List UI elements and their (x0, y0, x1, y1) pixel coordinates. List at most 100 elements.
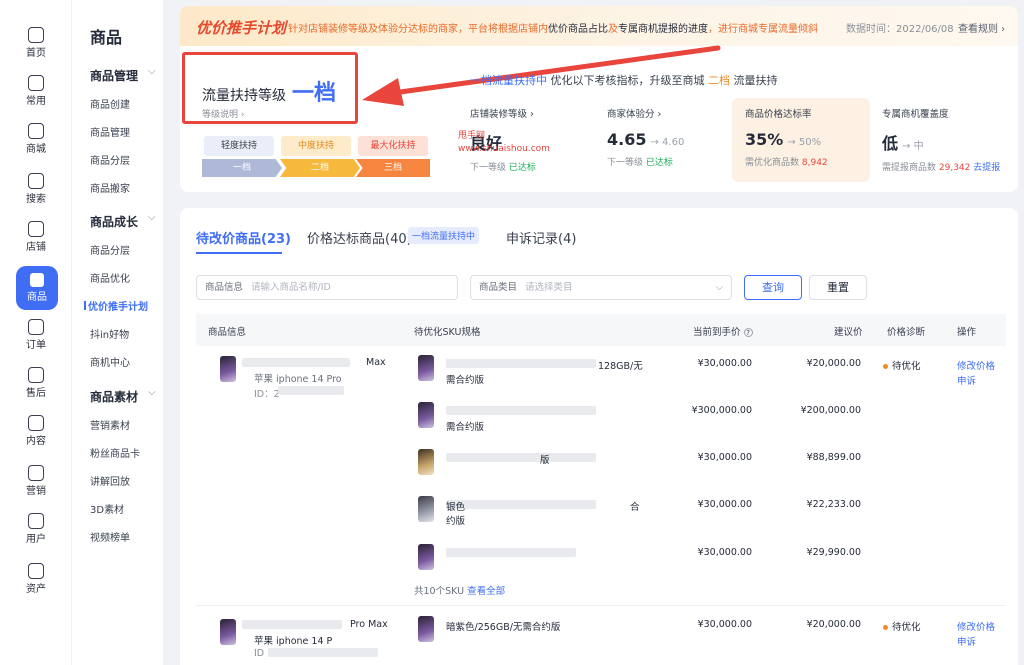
metric-sub-value: 29,342 (938, 163, 971, 173)
submit-link[interactable]: 去提报 (973, 163, 1000, 173)
rail-label: 店铺 (26, 242, 46, 253)
subnav-item[interactable]: 商品分层 (90, 152, 130, 167)
redacted-text (446, 548, 576, 557)
product-id: ID：2 (254, 389, 280, 400)
tab-appeals[interactable]: 申诉记录(4) (506, 228, 576, 247)
product-thumbnail (220, 619, 236, 645)
section-product-growth[interactable]: 商品成长 ⌵ (90, 212, 156, 230)
redacted-text (446, 406, 596, 415)
sku-spec-tail: 合 (630, 502, 640, 513)
help-icon[interactable]: ? (743, 328, 753, 337)
redacted-text (446, 453, 596, 462)
metric-title[interactable]: 店铺装修等级 › (470, 106, 602, 120)
watermark-line: www.shuaishou.com (458, 144, 550, 154)
status-text: 待优化 (892, 622, 921, 633)
view-all-skus-link[interactable]: 查看全部 (467, 586, 505, 597)
banner-title: 优价推手计划 (196, 19, 287, 37)
subnav-item[interactable]: 讲解回放 (90, 473, 130, 488)
rail-label: 资产 (26, 584, 46, 595)
rail-item[interactable]: 首页 (6, 24, 66, 68)
subnav-item[interactable]: 商品创建 (90, 96, 130, 111)
edit-price-link[interactable]: 修改价格 (957, 358, 995, 372)
section-product-assets[interactable]: 商品素材 ⌵ (90, 387, 156, 405)
subnav-title: 商品 (90, 28, 123, 47)
field-placeholder: 请输入商品名称/ID (251, 282, 331, 293)
subnav-item[interactable]: 商机中心 (90, 354, 130, 369)
tag-max: 最大化扶持 (358, 136, 428, 156)
chevron-down-icon: ⌵ (148, 212, 156, 223)
metric-sub: 需优化商品数 8,942 (745, 155, 877, 168)
metric-title[interactable]: 专属商机覆盖度 (882, 106, 1014, 120)
product-thumbnail (220, 356, 236, 382)
rail-item[interactable]: 资产 (6, 560, 66, 604)
product-info-search-input[interactable]: 商品信息 请输入商品名称/ID (196, 275, 458, 300)
subnav-item[interactable]: 抖in好物 (90, 326, 129, 341)
subnav-item[interactable]: 3D素材 (90, 501, 124, 516)
rail-item[interactable]: 商城 (6, 120, 66, 164)
appeal-link[interactable]: 申诉 (957, 373, 976, 387)
subnav-item-active[interactable]: 优价推手计划 (84, 298, 148, 313)
subnav-item[interactable]: 商品搬家 (90, 180, 130, 195)
rail-item[interactable]: 常用 (6, 72, 66, 116)
status-dot (883, 625, 888, 630)
metric-sub-label: 需提报商品数 (882, 163, 939, 173)
query-button[interactable]: 查询 (744, 275, 802, 300)
rail-item[interactable]: 内容 (6, 412, 66, 456)
sku-thumbnail (418, 616, 434, 642)
subnav-item[interactable]: 视频榜单 (90, 529, 130, 544)
banner-description: 针对店铺装修等级及体验分达标的商家，平台将根据店铺内优价商品占比及专属商机提报的… (288, 20, 818, 35)
rail-item[interactable]: 用户 (6, 510, 66, 554)
target-level: 二档 (708, 74, 730, 87)
rail-item[interactable]: 商品 (16, 266, 58, 310)
subnav-item[interactable]: 营销素材 (90, 417, 130, 432)
metric-title[interactable]: 商品价格达标率 (745, 106, 877, 120)
tab-pending[interactable]: 待改价商品(23) (196, 228, 291, 247)
subnav-item[interactable]: 商品优化 (90, 270, 130, 285)
product-list-card: 待改价商品(23) 价格达标商品(40) 一档流量扶持中 申诉记录(4) 商品信… (180, 208, 1018, 665)
subnav-item[interactable]: 粉丝商品卡 (90, 445, 140, 460)
rail-item[interactable]: 营销 (6, 462, 66, 506)
rail-item[interactable]: 搜索 (6, 170, 66, 214)
suggested-price: ¥88,899.00 (806, 452, 861, 463)
metric-sub-value: 8,942 (801, 158, 828, 168)
metric-title[interactable]: 商家体验分 › (607, 106, 739, 120)
shop-icon (28, 221, 44, 237)
suggested-price: ¥20,000.00 (806, 358, 861, 369)
edit-price-link[interactable]: 修改价格 (957, 619, 995, 633)
plan-banner: 优价推手计划 针对店铺装修等级及体验分达标的商家，平台将根据店铺内优价商品占比及… (180, 6, 1018, 46)
suggested-price: ¥29,990.00 (806, 547, 861, 558)
reset-button[interactable]: 重置 (809, 275, 867, 300)
sku-spec-2: 需合约版 (446, 375, 485, 386)
megaphone-icon (28, 465, 44, 481)
rail-item[interactable]: 售后 (6, 364, 66, 408)
rail-item[interactable]: 订单 (6, 316, 66, 360)
col-diagnosis: 价格诊断 (887, 327, 926, 338)
section-product-management[interactable]: 商品管理 ⌵ (90, 66, 156, 84)
metric-target: → 50% (787, 137, 822, 148)
tab-compliant[interactable]: 价格达标商品(40) (307, 228, 412, 247)
view-rules-link[interactable]: 查看规则 › (958, 20, 1005, 35)
sku-spec-2: 需合约版 (446, 422, 485, 433)
subnav-item[interactable]: 商品管理 (90, 124, 130, 139)
watermark: 甩手网 www.shuaishou.com (458, 130, 550, 156)
tag-medium: 中度扶持 (281, 136, 351, 156)
sku-thumbnail (418, 496, 434, 522)
rail-label: 营销 (26, 486, 46, 497)
col-suggest-price: 建议价 (834, 327, 863, 338)
metric-value: 35% → 50% (745, 130, 877, 149)
rail-label: 内容 (26, 436, 46, 447)
category-select[interactable]: 商品类目 请选择类目 ⌵ (470, 275, 732, 300)
step-three: 三档 (356, 159, 430, 177)
wallet-icon (28, 563, 44, 579)
banner-desc-part: 及 (608, 24, 618, 35)
order-icon (28, 319, 44, 335)
sku-thumbnail (418, 355, 434, 381)
metric-sub-label: 需优化商品数 (745, 158, 802, 168)
subnav-item[interactable]: 商品分层 (90, 242, 130, 257)
level-help-link[interactable]: 等级说明 › (202, 107, 244, 120)
appeal-link[interactable]: 申诉 (957, 634, 976, 648)
rail-label: 订单 (26, 340, 46, 351)
rail-item[interactable]: 店铺 (6, 218, 66, 262)
sku-spec: 暗紫色/256GB/无需合约版 (446, 622, 561, 633)
sku-spec: 128GB/无 (598, 361, 643, 372)
